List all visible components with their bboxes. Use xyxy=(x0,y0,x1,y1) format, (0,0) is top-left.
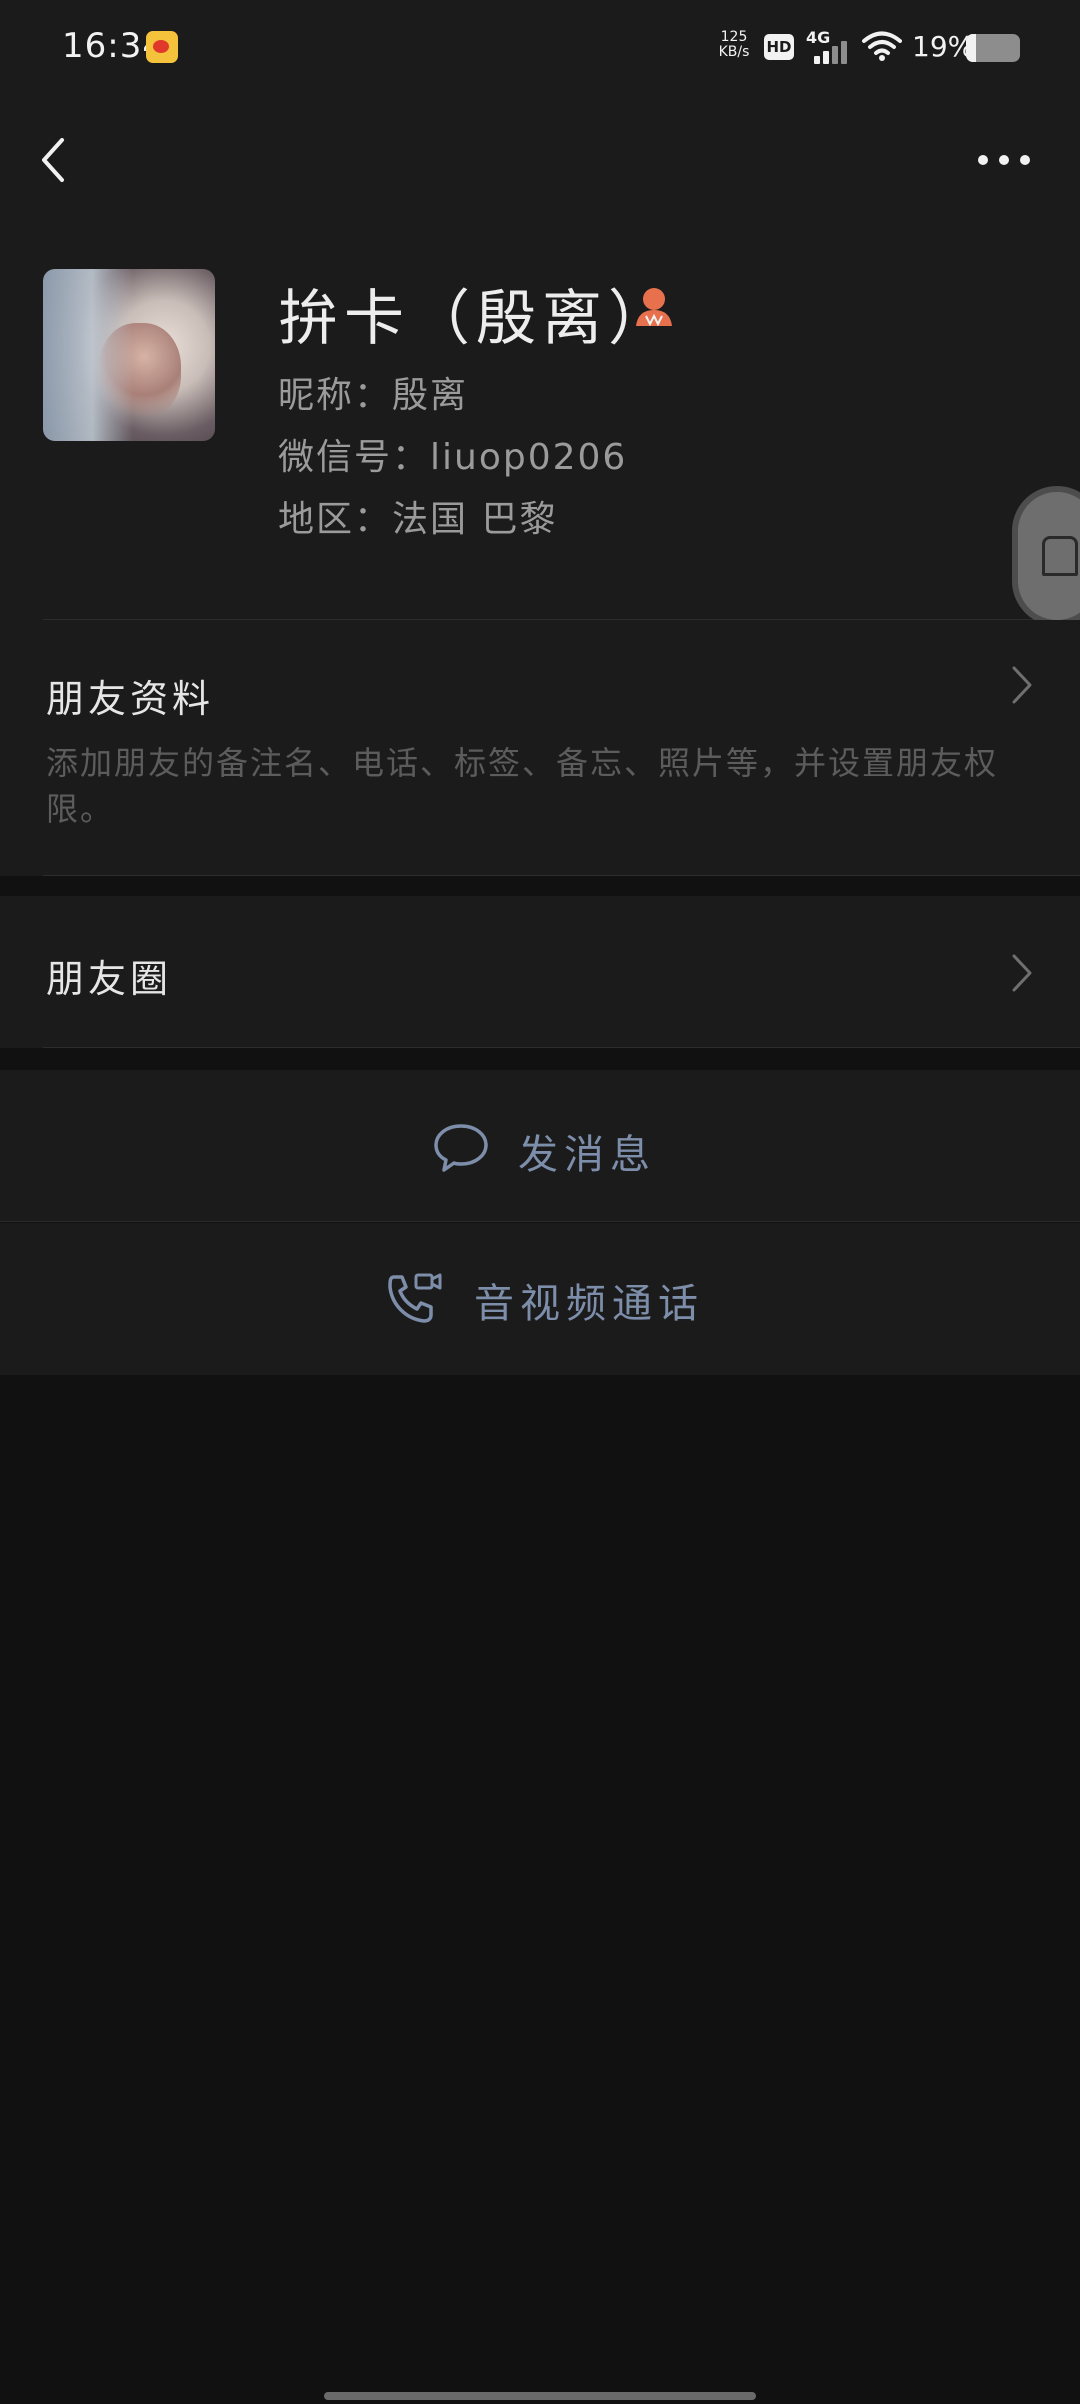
network-type: 4G xyxy=(806,28,831,47)
status-bar: 16:34 125 KB/s HD 4G 19% xyxy=(0,0,1080,100)
battery-icon xyxy=(966,34,1020,62)
cellular-signal-icon: 4G xyxy=(806,28,848,64)
moments-title: 朋友圈 xyxy=(46,957,173,1001)
weibo-notification-icon xyxy=(146,31,178,63)
action-divider xyxy=(0,1221,1080,1222)
network-speed: 125 KB/s xyxy=(716,30,752,60)
nav-bar xyxy=(0,100,1080,220)
section-gap xyxy=(0,876,1080,896)
moments-row[interactable]: 朋友圈 xyxy=(0,896,1080,1048)
contact-profile-screen: 16:34 125 KB/s HD 4G 19% 拚卡（殷离） 昵称：殷离 微信… xyxy=(0,0,1080,2404)
battery-level-fill xyxy=(966,34,977,62)
wifi-icon xyxy=(862,31,902,61)
friend-info-row[interactable]: 朋友资料 添加朋友的备注名、电话、标签、备忘、照片等，并设置朋友权限。 xyxy=(0,620,1080,876)
phone-video-icon xyxy=(388,1273,442,1323)
more-options-icon[interactable] xyxy=(976,150,1032,170)
chat-bubble-icon xyxy=(434,1124,488,1172)
friend-info-title: 朋友资料 xyxy=(46,677,215,721)
section-gap xyxy=(0,1048,1080,1070)
chevron-right-icon xyxy=(1012,954,1032,992)
back-arrow-icon[interactable] xyxy=(30,130,80,190)
profile-header: 拚卡（殷离） 昵称：殷离 微信号：liuop0206 地区：法国 巴黎 xyxy=(0,220,1080,620)
send-message-button[interactable]: 发消息 xyxy=(0,1070,1080,1222)
send-message-label: 发消息 xyxy=(518,1132,656,1178)
battery-percent: 19% xyxy=(912,30,975,63)
profile-name: 拚卡（殷离） xyxy=(278,284,674,354)
wechat-id-text: 微信号：liuop0206 xyxy=(278,437,628,478)
network-speed-value: 125 xyxy=(720,29,748,45)
av-call-button[interactable]: 音视频通话 xyxy=(0,1223,1080,1375)
region-text: 地区：法国 巴黎 xyxy=(278,499,558,540)
home-indicator[interactable] xyxy=(324,2392,756,2400)
friend-info-description: 添加朋友的备注名、电话、标签、备忘、照片等，并设置朋友权限。 xyxy=(46,744,999,828)
av-call-label: 音视频通话 xyxy=(474,1281,704,1327)
network-speed-unit: KB/s xyxy=(718,44,750,60)
floating-assistant-handle[interactable] xyxy=(1012,486,1080,626)
chevron-right-icon xyxy=(1012,666,1032,704)
nickname-text: 昵称：殷离 xyxy=(278,375,469,416)
hd-badge: HD xyxy=(764,34,794,60)
avatar[interactable] xyxy=(43,269,215,441)
person-icon xyxy=(636,288,672,327)
